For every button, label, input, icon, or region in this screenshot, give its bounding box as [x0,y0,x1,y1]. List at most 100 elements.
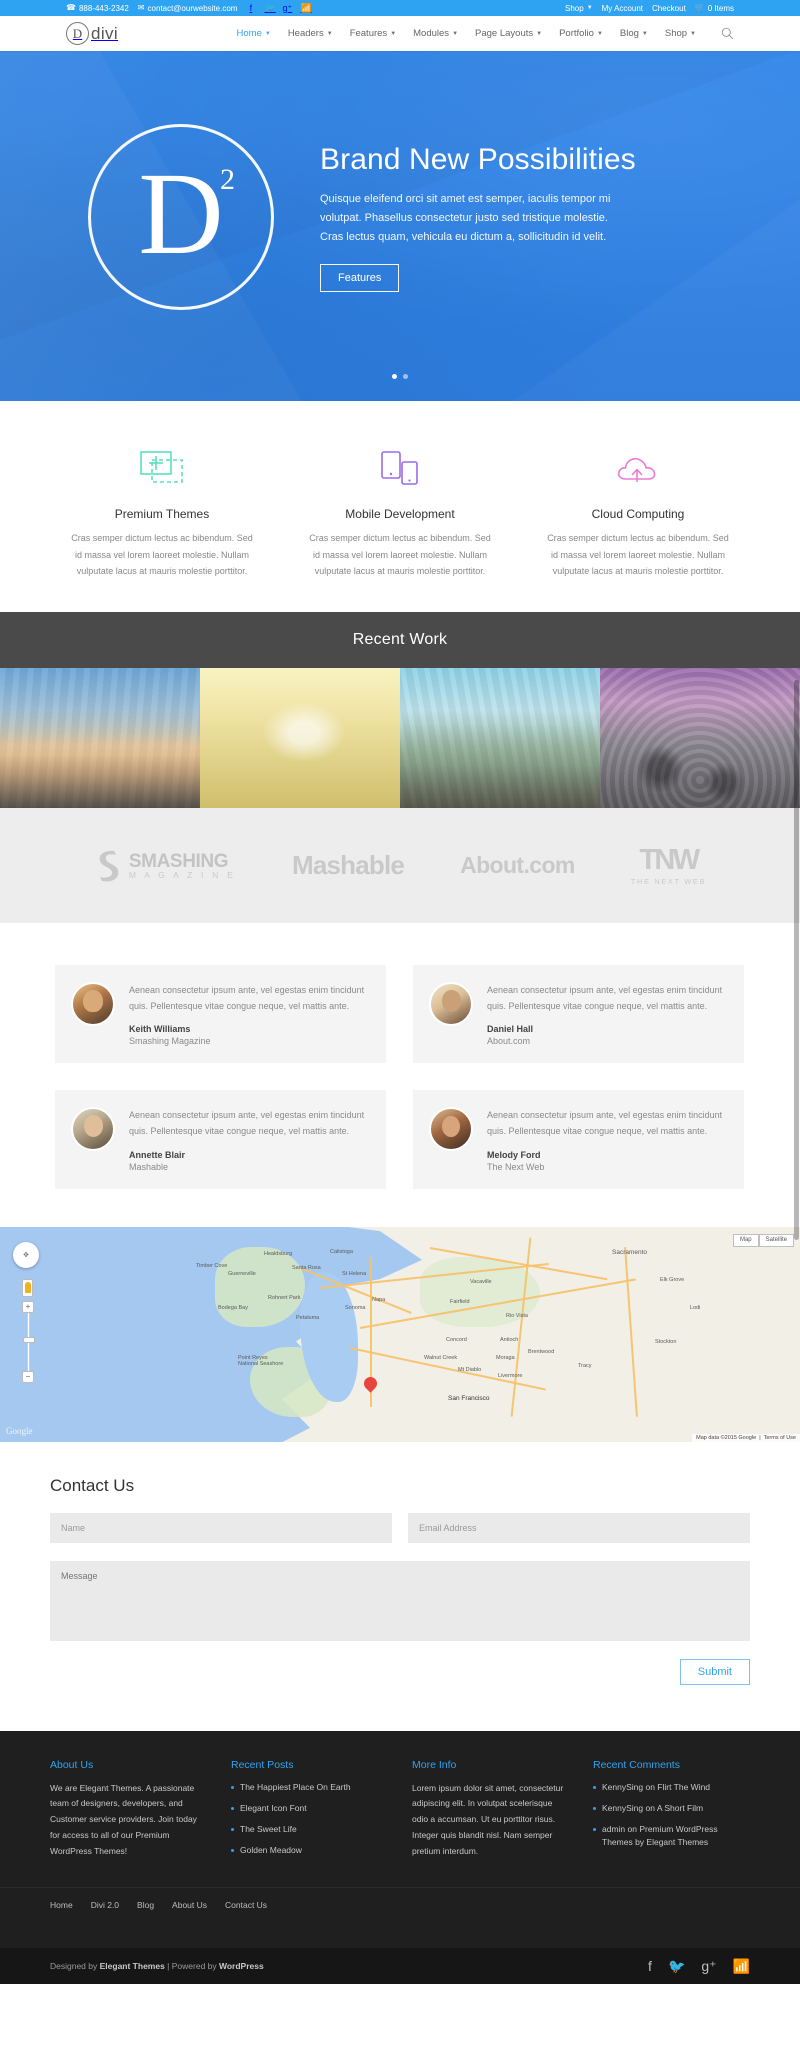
map-type-satellite[interactable]: Satellite [758,1233,794,1247]
message-textarea[interactable] [50,1560,750,1641]
logo-mark-icon: D [66,22,89,45]
testimonial-company: Mashable [129,1161,169,1172]
twitter-icon[interactable]: 🐦 [668,1958,685,1975]
name-input[interactable] [50,1512,392,1543]
topbar-link-shop[interactable]: Shop ▼ [565,4,593,13]
topbar-link-my-account[interactable]: My Account [602,4,643,13]
map-terms-link[interactable]: Terms of Use [764,1435,796,1441]
google-plus-icon[interactable]: g⁺ [701,1958,716,1975]
gallery-item-pebble-shore[interactable] [600,667,800,808]
nav-label: Page Layouts [475,28,534,39]
client-logo-mashable: Mashable [292,850,405,881]
map-data-credit: Map data ©2015 Google [696,1434,757,1441]
feature-mobile-development: Mobile Development Cras semper dictum le… [288,445,512,580]
contact-section: Contact Us Submit [0,1441,800,1731]
recent-post-link: The Sweet Life [240,1824,297,1835]
slider-dot-1[interactable] [392,374,397,379]
phone-number: 888-443-2342 [78,3,129,13]
gallery-item-bridge-beach[interactable] [400,667,600,808]
cart-link[interactable]: 🛒 0 Items [695,4,734,13]
map-city-label: Guerneville [228,1270,256,1277]
email-input[interactable] [408,1512,750,1543]
list-item[interactable]: KennySing on Flirt The Wind [593,1781,750,1794]
avatar [429,981,473,1026]
list-item[interactable]: Elegant Icon Font [231,1802,388,1815]
footer-nav-divi-2[interactable]: Divi 2.0 [91,1900,119,1910]
site-header: D divi Home ▼ Headers ▼ Features ▼ Modul… [0,16,800,51]
submit-button[interactable]: Submit [679,1658,750,1685]
email-item: ✉ contact@ourwebsite.com [138,4,238,13]
map-pan-control[interactable]: ✥ [13,1241,39,1268]
recent-work-title: Recent Work [352,630,448,648]
map-city-label: Sonoma [345,1304,366,1311]
map-city-label: Brentwood [528,1348,555,1355]
zoom-slider-track[interactable] [23,1312,35,1371]
list-item[interactable]: admin on Premium WordPress Themes by Ele… [593,1823,750,1849]
rss-icon[interactable]: 📶 [300,3,311,14]
avatar [429,1107,473,1152]
chevron-down-icon: ▼ [596,30,603,37]
nav-item-modules[interactable]: Modules ▼ [413,28,458,39]
page-root: ☎ 888-443-2342 ✉ contact@ourwebsite.com … [0,0,800,1985]
street-view-pegman-icon[interactable] [22,1278,33,1297]
credit-brand-elegant-themes[interactable]: Elegant Themes [100,1961,165,1971]
credit-brand-wordpress[interactable]: WordPress [219,1961,264,1971]
map-green-area [215,1246,305,1327]
rss-icon[interactable]: 📶 [733,1958,750,1975]
twitter-icon[interactable]: 🐦 [264,3,275,14]
gallery-item-cityscape-sunset[interactable] [0,667,200,808]
nav-item-shop[interactable]: Shop ▼ [665,28,696,39]
map-type-map[interactable]: Map [732,1233,759,1247]
facebook-icon[interactable]: f [246,3,255,13]
map-marker[interactable] [361,1373,380,1395]
testimonial-author: Daniel Hall [487,1024,534,1035]
footer-navigation: Home Divi 2.0 Blog About Us Contact Us [0,1887,800,1922]
site-logo[interactable]: D divi [66,22,118,45]
nav-item-page-layouts[interactable]: Page Layouts ▼ [475,28,542,39]
gallery-item-woman-in-field[interactable] [200,667,400,808]
list-item[interactable]: Golden Meadow [231,1844,388,1857]
testimonial-quote: Aenean consectetur ipsum ante, vel egest… [487,984,723,1012]
hero-paragraph: Quisque eleifend orci sit amet est sempe… [320,192,611,243]
testimonial-quote: Aenean consectetur ipsum ante, vel egest… [129,984,365,1012]
nav-label: Headers [287,28,324,39]
footer-nav-home[interactable]: Home [50,1900,73,1910]
search-icon[interactable] [721,27,734,40]
footer-nav-contact-us[interactable]: Contact Us [225,1900,267,1910]
client-name-line1: TNW [639,843,700,876]
page-scrollbar[interactable] [793,0,800,1984]
list-item[interactable]: KennySing on A Short Film [593,1802,750,1815]
nav-item-blog[interactable]: Blog ▼ [620,28,648,39]
zoom-slider-thumb[interactable] [23,1336,35,1343]
map-type-switcher[interactable]: Map Satellite [732,1233,794,1247]
recent-work-gallery [0,667,800,808]
footer-nav-blog[interactable]: Blog [137,1900,154,1910]
nav-item-home[interactable]: Home ▼ [237,28,271,39]
footer-nav-about-us[interactable]: About Us [172,1900,207,1910]
map-city-label: Mt Diablo [458,1366,482,1373]
hero-features-button[interactable]: Features [320,263,400,292]
phone-icon: ☎ [66,3,76,12]
scrollbar-thumb[interactable] [794,680,799,1240]
nav-label: Home [236,28,262,39]
list-item[interactable]: The Sweet Life [231,1823,388,1836]
recent-post-link: Elegant Icon Font [240,1802,307,1813]
map-city-label: Healdsburg [264,1250,293,1257]
zoom-in-button[interactable]: + [22,1300,34,1313]
google-map[interactable]: Healdsburg Calistoga Santa Rosa St Helen… [0,1226,800,1442]
topbar-link-checkout[interactable]: Checkout [652,4,686,13]
nav-item-features[interactable]: Features ▼ [350,28,396,39]
hero-logo-superscript: 2 [220,163,235,196]
zoom-out-button[interactable]: − [22,1370,34,1383]
map-zoom-control[interactable]: + − [22,1300,35,1383]
recent-posts-list: The Happiest Place On Earth Elegant Icon… [231,1781,388,1858]
top-bar-left: ☎ 888-443-2342 ✉ contact@ourwebsite.com … [66,3,312,14]
slider-dot-2[interactable] [403,374,408,379]
nav-item-portfolio[interactable]: Portfolio ▼ [559,28,603,39]
list-item[interactable]: The Happiest Place On Earth [231,1781,388,1794]
map-city-label: Lodi [690,1304,701,1311]
facebook-icon[interactable]: f [648,1958,652,1974]
google-plus-icon[interactable]: g⁺ [282,3,292,14]
testimonial-card: Aenean consectetur ipsum ante, vel egest… [55,964,386,1064]
nav-item-headers[interactable]: Headers ▼ [288,28,333,39]
